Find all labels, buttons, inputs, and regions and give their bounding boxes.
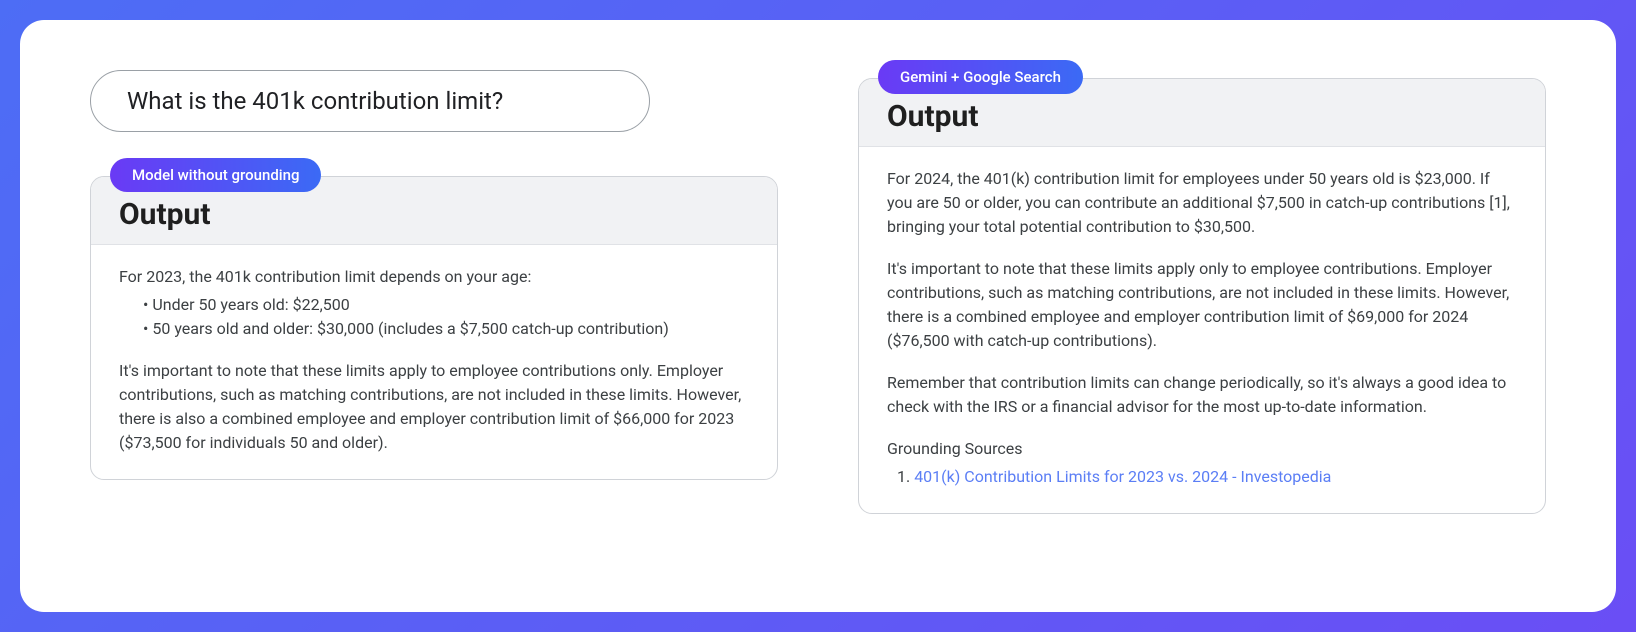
- left-column: What is the 401k contribution limit? Mod…: [90, 70, 778, 480]
- grounding-sources-label: Grounding Sources: [887, 437, 1517, 461]
- left-badge: Model without grounding: [110, 158, 321, 192]
- left-intro: For 2023, the 401k contribution limit de…: [119, 265, 749, 341]
- left-bullets: • Under 50 years old: $22,500 • 50 years…: [119, 293, 749, 341]
- left-bullet-1: • Under 50 years old: $22,500: [139, 293, 749, 317]
- prompt-input-display: What is the 401k contribution limit?: [90, 70, 650, 132]
- grounding-source-item: 1. 401(k) Contribution Limits for 2023 v…: [887, 465, 1517, 489]
- right-badge: Gemini + Google Search: [878, 60, 1083, 94]
- left-p2: It's important to note that these limits…: [119, 359, 749, 455]
- right-p2: It's important to note that these limits…: [887, 257, 1517, 353]
- source-number: 1.: [897, 467, 910, 486]
- left-intro-text: For 2023, the 401k contribution limit de…: [119, 267, 531, 286]
- comparison-canvas: What is the 401k contribution limit? Mod…: [20, 20, 1616, 612]
- left-output-card: Output For 2023, the 401k contribution l…: [90, 176, 778, 480]
- grounding-source-link[interactable]: 401(k) Contribution Limits for 2023 vs. …: [914, 467, 1331, 486]
- right-card-wrap: Gemini + Google Search Output For 2024, …: [858, 78, 1546, 514]
- left-card-body: For 2023, the 401k contribution limit de…: [91, 245, 777, 479]
- left-card-wrap: Model without grounding Output For 2023,…: [90, 176, 778, 480]
- left-output-title: Output: [119, 197, 749, 232]
- prompt-text: What is the 401k contribution limit?: [127, 87, 503, 115]
- right-column: Gemini + Google Search Output For 2024, …: [858, 70, 1546, 514]
- right-output-card: Output For 2024, the 401(k) contribution…: [858, 78, 1546, 514]
- right-p3: Remember that contribution limits can ch…: [887, 371, 1517, 419]
- right-card-body: For 2024, the 401(k) contribution limit …: [859, 147, 1545, 513]
- left-bullet-2: • 50 years old and older: $30,000 (inclu…: [139, 317, 749, 341]
- right-p1: For 2024, the 401(k) contribution limit …: [887, 167, 1517, 239]
- right-output-title: Output: [887, 99, 1517, 134]
